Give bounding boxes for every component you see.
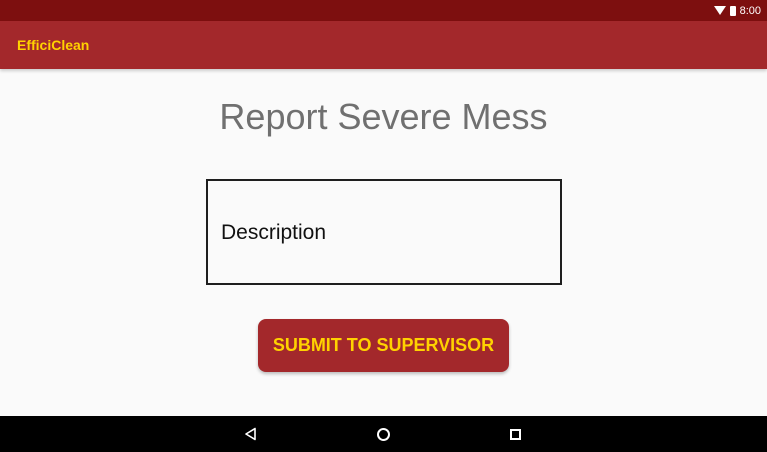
recents-button[interactable] bbox=[505, 424, 525, 444]
battery-icon bbox=[729, 5, 736, 16]
description-field-container[interactable] bbox=[206, 179, 562, 285]
wifi-icon bbox=[713, 6, 726, 15]
status-icons: 8:00 bbox=[713, 2, 761, 19]
app-title: EfficiClean bbox=[17, 37, 90, 53]
home-icon bbox=[376, 427, 390, 441]
submit-to-supervisor-button[interactable]: SUBMIT TO SUPERVISOR bbox=[258, 319, 509, 372]
app-bar: EfficiClean bbox=[0, 21, 767, 69]
description-field[interactable] bbox=[221, 221, 541, 245]
home-button[interactable] bbox=[373, 424, 393, 444]
page-title: Report Severe Mess bbox=[219, 96, 548, 137]
back-button[interactable] bbox=[241, 424, 261, 444]
recents-icon bbox=[509, 428, 521, 440]
navigation-bar bbox=[0, 416, 767, 452]
status-time: 8:00 bbox=[739, 4, 761, 17]
status-bar: 8:00 bbox=[0, 0, 767, 21]
back-icon bbox=[245, 427, 256, 441]
